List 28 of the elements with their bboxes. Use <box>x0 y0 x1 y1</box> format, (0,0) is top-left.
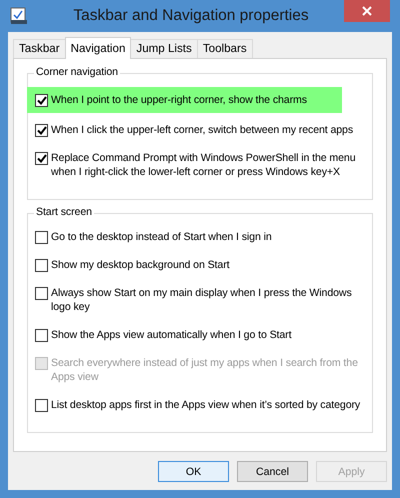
checkbox[interactable] <box>35 259 48 272</box>
option-label: Show the Apps view automatically when I go to Start <box>51 328 292 342</box>
checkbox[interactable] <box>35 399 48 412</box>
checkbox[interactable] <box>35 94 48 107</box>
checkbox[interactable] <box>35 124 48 137</box>
close-icon <box>362 6 372 16</box>
tab[interactable]: Toolbars <box>196 39 253 58</box>
dialog-button[interactable]: Cancel <box>237 461 308 482</box>
group-title: Corner navigation <box>34 66 120 78</box>
dialog-button[interactable]: OK <box>158 461 229 482</box>
checkbox[interactable] <box>35 329 48 342</box>
option-label: When I point to the upper-right corner, show the charms <box>51 93 307 107</box>
option-label: Go to the desktop instead of Start when I sign in <box>51 230 272 244</box>
checkbox[interactable] <box>35 231 48 244</box>
option-label: Replace Command Prompt with Windows PowerShell in the menu when I right-click the lower-left corner or press Windows key+X <box>51 151 356 179</box>
window-title: Taskbar and Navigation properties <box>72 7 310 25</box>
option-label: List desktop apps first in the Apps view when it’s sorted by category <box>51 398 360 412</box>
checkbox[interactable] <box>35 152 48 165</box>
option-label: When I click the upper-left corner, switch between my recent apps <box>51 123 354 137</box>
option-label: Always show Start on my main display when I press the Windows logo key <box>51 286 353 314</box>
option-label: Search everywhere instead of just my apps when I search from the Apps view <box>51 356 359 384</box>
tab[interactable]: Taskbar <box>13 39 66 58</box>
group-title: Start screen <box>34 206 94 218</box>
checklist-icon <box>10 7 28 25</box>
tab[interactable]: Navigation <box>64 37 132 59</box>
checkbox[interactable] <box>35 287 48 300</box>
close-button[interactable] <box>344 0 390 22</box>
option-label: Show my desktop background on Start <box>51 258 230 272</box>
